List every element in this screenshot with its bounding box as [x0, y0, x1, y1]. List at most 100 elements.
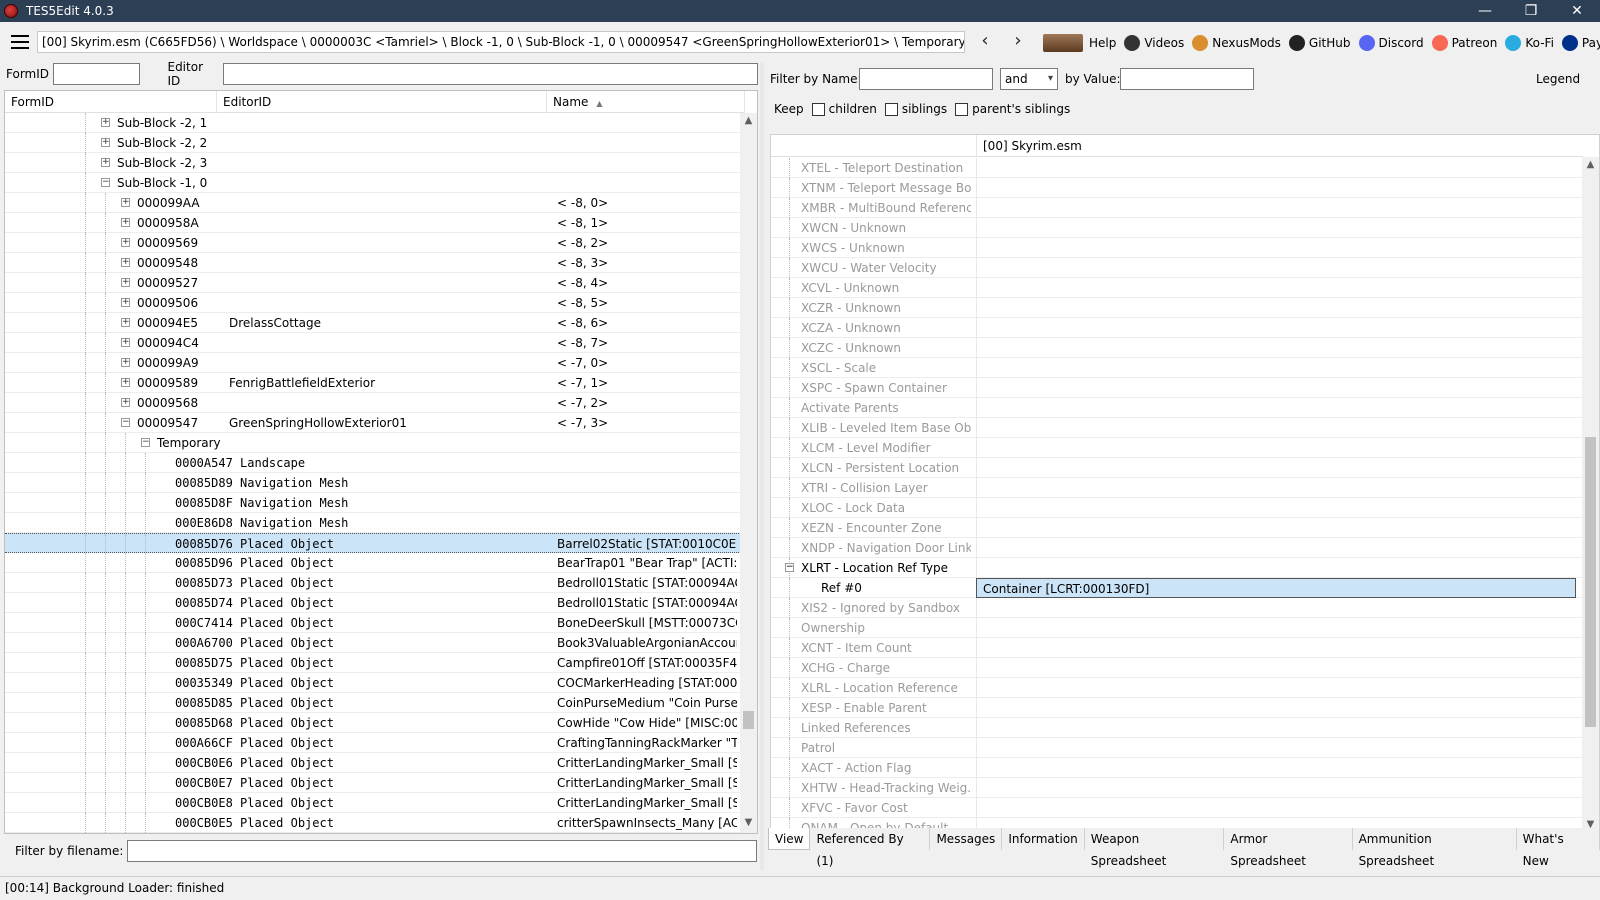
grid-row[interactable]: XWCS - Unknown [771, 238, 1583, 258]
menu-icon[interactable] [11, 35, 29, 49]
tree-row[interactable]: 00085D68 Placed Object CowHide "Cow Hide"… [5, 713, 741, 733]
column-skyrim-esm[interactable]: [00] Skyrim.esm [976, 135, 1082, 157]
tree-row[interactable]: +00009527 < -8, 4> [5, 273, 741, 293]
field-value[interactable] [976, 258, 1576, 278]
tree-row[interactable]: +0000958A < -8, 1> [5, 213, 741, 233]
minimize-button[interactable]: — [1462, 0, 1508, 22]
field-value[interactable] [976, 538, 1576, 558]
collapse-icon[interactable]: − [785, 563, 794, 572]
expand-icon[interactable]: + [121, 298, 130, 307]
field-value[interactable] [976, 418, 1576, 438]
tab-ammunition-spreadsheet[interactable]: Ammunition Spreadsheet [1352, 828, 1517, 868]
grid-row[interactable]: XWCU - Water Velocity [771, 258, 1583, 278]
panel-splitter[interactable] [760, 62, 764, 870]
link-help[interactable]: Help [1043, 34, 1116, 52]
tree-row[interactable]: 000C7414 Placed Object BoneDeerSkull [MST… [5, 613, 741, 633]
field-value[interactable] [976, 218, 1576, 238]
tree-row[interactable]: 00085D75 Placed Object Campfire01Off [STA… [5, 653, 741, 673]
field-value[interactable] [976, 598, 1576, 618]
expand-icon[interactable]: + [101, 158, 110, 167]
field-value[interactable] [976, 678, 1576, 698]
expand-icon[interactable]: + [121, 378, 130, 387]
tree-row[interactable]: +00009548 < -8, 3> [5, 253, 741, 273]
tree-row[interactable]: −00009547 GreenSpringHollowExterior01 < -7… [5, 413, 741, 433]
grid-row[interactable]: − XLRT - Location Ref Type [771, 558, 1583, 578]
grid-row[interactable]: XCHG - Charge [771, 658, 1583, 678]
siblings-checkbox[interactable] [884, 102, 898, 116]
grid-row[interactable]: XCZR - Unknown [771, 298, 1583, 318]
tab-information[interactable]: Information [1002, 828, 1085, 850]
tree-row[interactable]: + Sub-Block -2, 1 [5, 113, 741, 133]
field-value[interactable] [976, 338, 1576, 358]
close-button[interactable]: ✕ [1554, 0, 1600, 22]
tab-armor-spreadsheet[interactable]: Armor Spreadsheet [1224, 828, 1353, 868]
tree-row[interactable]: 000A66CF Placed Object CraftingTanningRac… [5, 733, 741, 753]
record-path-field[interactable]: [00] Skyrim.esm (C665FD56) \ Worldspace … [37, 31, 965, 53]
expand-icon[interactable]: + [101, 138, 110, 147]
grid-row[interactable]: XTNM - Teleport Message Box [771, 178, 1583, 198]
collapse-icon[interactable]: − [121, 418, 130, 427]
filter-operator-select[interactable]: and ▾ [1000, 68, 1058, 90]
scroll-thumb[interactable] [1585, 437, 1596, 727]
field-value[interactable] [976, 278, 1576, 298]
expand-icon[interactable]: + [121, 338, 130, 347]
maximize-button[interactable]: ❐ [1508, 0, 1554, 22]
tree-row[interactable]: 000CB0E8 Placed Object CritterLandingMark… [5, 793, 741, 813]
expand-icon[interactable]: + [121, 258, 130, 267]
tab-weapon-spreadsheet[interactable]: Weapon Spreadsheet [1084, 828, 1225, 868]
grid-row[interactable]: XIS2 - Ignored by Sandbox [771, 598, 1583, 618]
filter-value-input[interactable] [1120, 68, 1254, 90]
tab-referenced-by-1[interactable]: Referenced By (1) [810, 828, 931, 868]
collapse-icon[interactable]: − [101, 178, 110, 187]
grid-row[interactable]: XNDP - Navigation Door Link [771, 538, 1583, 558]
tree-row[interactable]: − Temporary [5, 433, 741, 453]
forward-button[interactable]: › [1008, 31, 1028, 53]
column-editorid[interactable]: EditorID [217, 91, 547, 113]
grid-scrollbar[interactable]: ▲ ▼ [1582, 157, 1599, 833]
grid-row[interactable]: XCVL - Unknown [771, 278, 1583, 298]
grid-row[interactable]: XESP - Enable Parent [771, 698, 1583, 718]
field-value[interactable] [976, 558, 1576, 578]
expand-icon[interactable]: + [101, 118, 110, 127]
tree-row[interactable]: +000094E5 DrelassCottage < -8, 6> [5, 313, 741, 333]
tab-view[interactable]: View [768, 828, 811, 850]
field-value[interactable] [976, 478, 1576, 498]
grid-row[interactable]: XLRL - Location Reference [771, 678, 1583, 698]
link-patreon[interactable]: Patreon [1431, 35, 1497, 51]
expand-icon[interactable]: + [121, 278, 130, 287]
field-value[interactable] [976, 198, 1576, 218]
field-value[interactable] [976, 398, 1576, 418]
tree-row[interactable]: 00085D8F Navigation Mesh [5, 493, 741, 513]
field-value[interactable] [976, 298, 1576, 318]
scroll-up-icon[interactable]: ▲ [1582, 157, 1599, 173]
tree-row[interactable]: 00085D89 Navigation Mesh [5, 473, 741, 493]
grid-row[interactable]: XTEL - Teleport Destination [771, 158, 1583, 178]
field-value[interactable] [976, 158, 1576, 178]
column-name[interactable]: Name ▲ [547, 91, 745, 113]
tree-row[interactable]: +000099AA < -8, 0> [5, 193, 741, 213]
field-value[interactable] [976, 618, 1576, 638]
expand-icon[interactable]: + [121, 198, 130, 207]
field-value[interactable] [976, 638, 1576, 658]
grid-row[interactable]: XCNT - Item Count [771, 638, 1583, 658]
field-value[interactable] [976, 358, 1576, 378]
field-value[interactable]: Container [LCRT:000130FD] [976, 578, 1576, 598]
field-value[interactable] [976, 658, 1576, 678]
back-button[interactable]: ‹ [975, 31, 995, 53]
field-value[interactable] [976, 458, 1576, 478]
field-value[interactable] [976, 438, 1576, 458]
grid-row[interactable]: XSPC - Spawn Container [771, 378, 1583, 398]
field-value[interactable] [976, 698, 1576, 718]
tree-row[interactable]: + Sub-Block -2, 3 [5, 153, 741, 173]
grid-row[interactable]: XLCM - Level Modifier [771, 438, 1583, 458]
expand-icon[interactable]: + [121, 398, 130, 407]
field-value[interactable] [976, 778, 1576, 798]
tree-row[interactable]: +000094C4 < -8, 7> [5, 333, 741, 353]
tree-row[interactable]: 0000A547 Landscape [5, 453, 741, 473]
grid-row[interactable]: XTRI - Collision Layer [771, 478, 1583, 498]
grid-row[interactable]: XMBR - MultiBound Reference [771, 198, 1583, 218]
field-value[interactable] [976, 758, 1576, 778]
grid-row[interactable]: Ref #0 Container [LCRT:000130FD] [771, 578, 1583, 598]
grid-row[interactable]: XACT - Action Flag [771, 758, 1583, 778]
link-paypal[interactable]: PayPal [1561, 35, 1600, 51]
